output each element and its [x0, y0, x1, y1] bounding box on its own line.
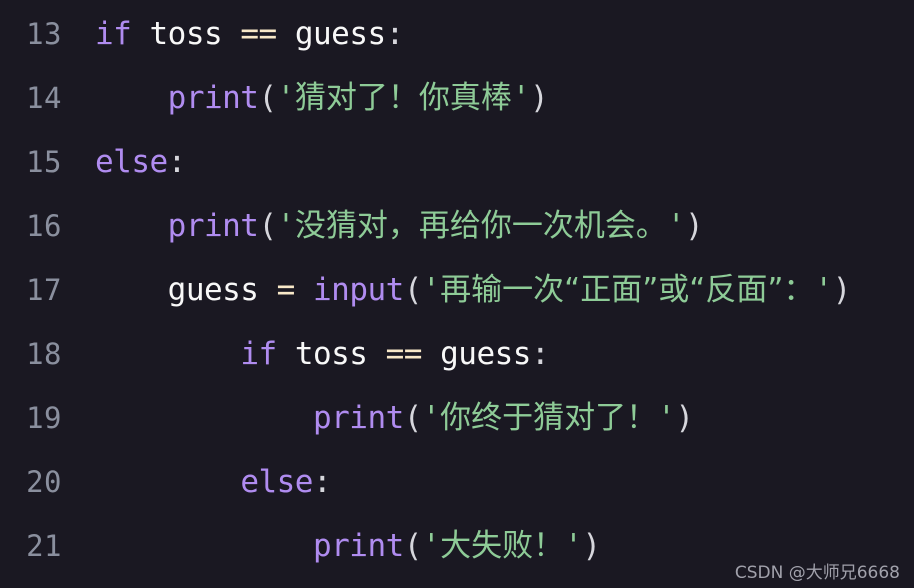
quote-close: '	[511, 79, 531, 116]
line-content[interactable]: print('猜对了！你真棒')	[70, 79, 914, 116]
quote-close: '	[666, 207, 686, 244]
quote-open: '	[276, 207, 296, 244]
paren-close: )	[832, 271, 852, 308]
code-line: 20 else:	[0, 450, 914, 514]
line-content[interactable]: print('没猜对，再给你一次机会。')	[70, 207, 914, 244]
keyword-token: else	[240, 463, 313, 500]
operator-token: ==	[385, 335, 423, 372]
line-number: 19	[26, 400, 62, 435]
line-number: 21	[26, 528, 62, 563]
code-line: 16 print('没猜对，再给你一次机会。')	[0, 194, 914, 258]
colon-token: :	[530, 335, 550, 372]
string-token: 再输一次“正面”或“反面”：	[440, 271, 815, 308]
identifier-token: toss	[149, 15, 223, 52]
function-token: print	[312, 399, 404, 436]
identifier-token: guess	[440, 335, 531, 372]
line-number: 16	[26, 208, 62, 243]
quote-close: '	[564, 527, 583, 564]
quote-close: '	[814, 271, 833, 308]
quote-open: '	[276, 79, 296, 116]
line-content[interactable]: if toss == guess:	[70, 335, 914, 372]
colon-token: :	[385, 15, 405, 52]
paren-open: (	[403, 399, 423, 436]
identifier-token: guess	[294, 15, 386, 52]
quote-open: '	[421, 527, 441, 564]
colon-token: :	[312, 463, 332, 500]
watermark: CSDN @大师兄6668	[734, 563, 900, 583]
line-content[interactable]: else:	[70, 143, 914, 180]
quote-close: '	[657, 399, 676, 436]
line-content[interactable]: guess = input('再输一次“正面”或“反面”：')	[70, 271, 914, 308]
operator-token: =	[276, 271, 296, 308]
string-token: 大失败！	[440, 527, 565, 564]
string-token: 没猜对，再给你一次机会。	[294, 207, 667, 244]
line-number: 13	[26, 16, 62, 51]
line-content[interactable]: if toss == guess:	[70, 15, 914, 52]
identifier-token: guess	[167, 271, 259, 308]
line-content[interactable]: print('你终于猜对了！')	[70, 399, 914, 436]
colon-token: :	[167, 143, 187, 180]
line-content[interactable]: print('大失败！')	[70, 527, 914, 564]
code-line: 17 guess = input('再输一次“正面”或“反面”：')	[0, 258, 914, 322]
paren-open: (	[403, 271, 423, 308]
function-token: print	[167, 207, 259, 244]
line-content[interactable]: else:	[70, 463, 914, 500]
code-line: 13 if toss == guess:	[0, 2, 914, 66]
paren-close: )	[675, 399, 694, 436]
function-token: input	[313, 271, 404, 308]
string-token: 你终于猜对了！	[440, 399, 658, 436]
code-editor[interactable]: 13 if toss == guess: 14 print('猜对了！你真棒')…	[0, 0, 914, 588]
line-number: 18	[26, 336, 62, 371]
quote-open: '	[421, 399, 441, 436]
paren-open: (	[258, 207, 277, 244]
code-line: 19 print('你终于猜对了！')	[0, 386, 914, 450]
code-line: 14 print('猜对了！你真棒')	[0, 66, 914, 130]
keyword-token: if	[95, 15, 132, 52]
keyword-token: else	[95, 143, 168, 180]
code-line: 15 else:	[0, 130, 914, 194]
identifier-token: toss	[294, 335, 368, 372]
keyword-token: if	[240, 335, 277, 372]
operator-token: ==	[240, 15, 277, 52]
line-number: 14	[26, 80, 62, 115]
paren-close: )	[530, 79, 549, 116]
function-token: print	[312, 527, 404, 564]
paren-open: (	[258, 79, 277, 116]
line-number: 20	[26, 464, 62, 499]
paren-open: (	[403, 527, 423, 564]
code-line: 18 if toss == guess:	[0, 322, 914, 386]
function-token: print	[167, 79, 259, 116]
paren-close: )	[582, 527, 601, 564]
line-number: 15	[26, 144, 62, 179]
line-number: 17	[26, 272, 62, 307]
string-token: 猜对了！你真棒	[294, 79, 512, 116]
quote-open: '	[422, 271, 441, 308]
paren-close: )	[685, 207, 704, 244]
